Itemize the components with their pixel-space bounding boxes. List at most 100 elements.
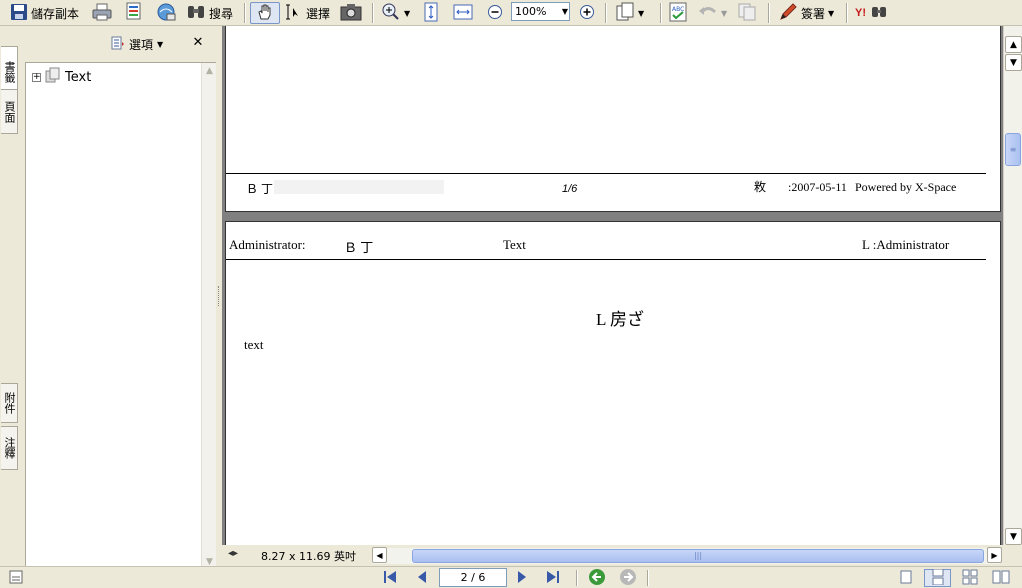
last-page-button[interactable] xyxy=(543,569,563,587)
options-list-icon xyxy=(111,36,125,53)
document-view: Ｂ 丁: 1/6 敉 :2007-05-11 Powered by X-Spac… xyxy=(222,26,1003,545)
email-button[interactable] xyxy=(123,2,145,24)
resize-arrows-icon[interactable]: ◂▸ xyxy=(228,548,238,559)
fit-height-icon xyxy=(423,2,439,25)
web-share-button[interactable] xyxy=(155,2,177,24)
search-button[interactable]: 搜尋 xyxy=(186,2,233,24)
two-page-icon xyxy=(992,570,1010,587)
continuous-facing-layout-button[interactable] xyxy=(991,569,1011,587)
tab-bookmarks-label: 書籤 xyxy=(3,61,16,83)
footer-left-text: Ｂ 丁: xyxy=(246,182,277,196)
chevron-down-icon[interactable]: ▼ xyxy=(721,9,727,18)
bookmarks-tree: + Text ▲ ▼ ◀ ▶ xyxy=(25,62,216,588)
previous-page-button[interactable] xyxy=(412,569,432,587)
chevron-down-icon[interactable]: ▼ xyxy=(404,9,410,18)
hand-tool-button[interactable] xyxy=(250,2,280,24)
facing-layout-button[interactable] xyxy=(960,569,980,587)
toolbar-separator xyxy=(660,3,662,23)
rotate-pages-button[interactable]: ▼ xyxy=(615,2,644,24)
tab-attachments[interactable]: 附件 xyxy=(1,383,18,423)
first-page-button[interactable] xyxy=(380,569,400,587)
spell-check-icon: ABC xyxy=(668,2,688,25)
scroll-down-icon[interactable]: ▼ xyxy=(1005,54,1022,71)
forward-arrow-icon xyxy=(619,568,637,588)
email-document-icon xyxy=(123,2,145,25)
toolbar: 儲存副本 搜尋 選擇 ▼ 100% ▼ ▼ ABC ▼ 簽署 ▼ Y! xyxy=(0,0,1022,26)
previous-view-button[interactable] xyxy=(587,568,607,588)
scroll-thumb[interactable]: ≡ xyxy=(1005,133,1021,166)
continuous-page-icon xyxy=(930,568,946,588)
fit-width-button[interactable] xyxy=(453,2,473,24)
status-options-icon xyxy=(9,570,23,587)
document-horizontal-scrollbar[interactable]: ◀ ||| ▶ xyxy=(372,547,1002,564)
select-tool-button[interactable]: 選擇 xyxy=(285,2,330,24)
save-copy-button[interactable]: 儲存副本 xyxy=(10,2,79,24)
snapshot-tool-button[interactable] xyxy=(340,2,362,24)
spell-check-button[interactable]: ABC xyxy=(668,2,688,24)
status-bar: 2 / 6 xyxy=(0,566,1022,588)
toolbar-separator xyxy=(768,3,770,23)
copy-button[interactable] xyxy=(737,2,757,24)
next-page-icon xyxy=(515,570,529,587)
scroll-thumb[interactable]: ||| xyxy=(412,549,984,563)
undo-button[interactable]: ▼ xyxy=(698,2,727,24)
rotate-page-icon xyxy=(615,2,635,25)
globe-icon xyxy=(155,2,177,25)
previous-page-icon xyxy=(415,570,429,587)
document-bottom-bar: ◂▸ 8.27 x 11.69 英吋 ◀ ||| ▶ xyxy=(222,545,1022,565)
text-cursor-icon xyxy=(285,3,303,24)
zoom-in-tool-button[interactable]: ▼ xyxy=(381,2,410,24)
back-arrow-icon xyxy=(588,568,606,588)
zoom-level-dropdown[interactable]: ▼ xyxy=(559,3,571,20)
single-page-layout-button[interactable] xyxy=(896,569,916,587)
header-mid-text: Ｂ 丁 xyxy=(344,240,374,255)
page-number-field[interactable]: 2 / 6 xyxy=(439,568,507,587)
document-page: Ｂ 丁: 1/6 敉 :2007-05-11 Powered by X-Spac… xyxy=(225,26,1001,212)
zoom-out-button[interactable] xyxy=(487,2,503,24)
navigation-tabs: 書籤 頁面 附件 注釋 xyxy=(0,26,19,570)
tab-attachments-label: 附件 xyxy=(3,392,16,414)
magnifier-plus-icon xyxy=(381,3,401,24)
status-menu-button[interactable] xyxy=(6,569,26,587)
toolbar-separator xyxy=(372,3,374,23)
tab-comments[interactable]: 注釋 xyxy=(1,426,18,470)
close-panel-button[interactable]: ✕ xyxy=(191,36,205,50)
toolbar-separator xyxy=(605,3,607,23)
expand-icon[interactable]: + xyxy=(32,72,41,82)
bookmark-label: Text xyxy=(65,69,92,85)
facing-pages-icon xyxy=(962,569,978,588)
document-vertical-scrollbar[interactable]: ▲ ▼ ≡ ▼ xyxy=(1003,26,1022,545)
options-menu-button[interactable]: 選項 ▼ xyxy=(111,36,163,53)
zoom-level-value: 100% xyxy=(515,5,547,18)
toolbar-separator xyxy=(846,3,848,23)
zoom-in-button[interactable] xyxy=(579,2,595,24)
yahoo-search-button[interactable]: Y! xyxy=(854,2,890,24)
chevron-down-icon[interactable]: ▼ xyxy=(828,9,834,18)
continuous-layout-button[interactable] xyxy=(924,568,951,588)
next-page-button[interactable] xyxy=(512,569,532,587)
svg-text:Y!: Y! xyxy=(855,7,866,19)
sign-button[interactable]: 簽署 ▼ xyxy=(778,2,834,24)
scroll-right-icon[interactable]: ▶ xyxy=(987,547,1002,563)
scroll-down-icon[interactable]: ▼ xyxy=(1005,528,1022,545)
document-page: Administrator: Ｂ 丁 Text L :Administrator… xyxy=(225,221,1001,545)
scroll-up-icon[interactable]: ▲ xyxy=(202,63,217,78)
panel-resize-handle[interactable] xyxy=(218,286,220,306)
single-page-icon xyxy=(899,570,913,587)
scroll-up-icon[interactable]: ▲ xyxy=(1005,36,1022,53)
redacted-field xyxy=(274,180,444,194)
tab-pages[interactable]: 頁面 xyxy=(1,89,18,134)
tab-pages-label: 頁面 xyxy=(3,100,16,123)
next-view-button[interactable] xyxy=(618,568,638,588)
fit-height-button[interactable] xyxy=(423,2,439,24)
chevron-down-icon[interactable]: ▼ xyxy=(638,9,644,18)
undo-arrow-icon xyxy=(698,3,718,24)
sidebar-vertical-scrollbar[interactable]: ▲ ▼ xyxy=(201,63,216,570)
page-number-text: 1/6 xyxy=(562,183,578,195)
header-rule xyxy=(226,259,986,260)
scroll-left-icon[interactable]: ◀ xyxy=(372,547,387,563)
first-page-icon xyxy=(382,570,398,587)
page-indicator: 2 / 6 xyxy=(460,571,486,584)
bookmark-item[interactable]: + Text xyxy=(32,67,91,87)
print-button[interactable] xyxy=(92,2,112,24)
